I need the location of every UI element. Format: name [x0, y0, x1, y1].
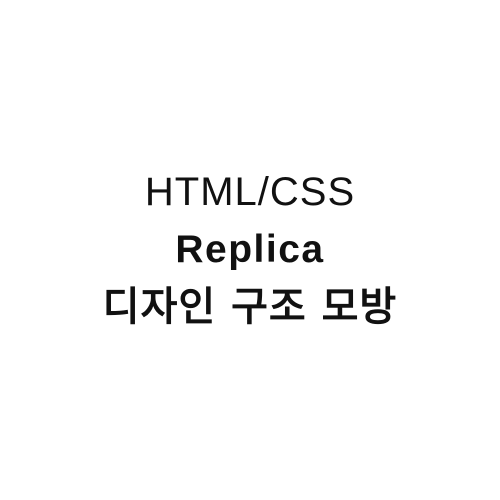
title-block: HTML/CSS Replica 디자인 구조 모방 [0, 0, 500, 500]
canvas: HTML/CSS Replica 디자인 구조 모방 [0, 0, 500, 500]
title-line-korean-subtitle: 디자인 구조 모방 [102, 284, 398, 330]
title-line-replica: Replica [175, 228, 325, 271]
title-line-html-css: HTML/CSS [144, 170, 356, 214]
